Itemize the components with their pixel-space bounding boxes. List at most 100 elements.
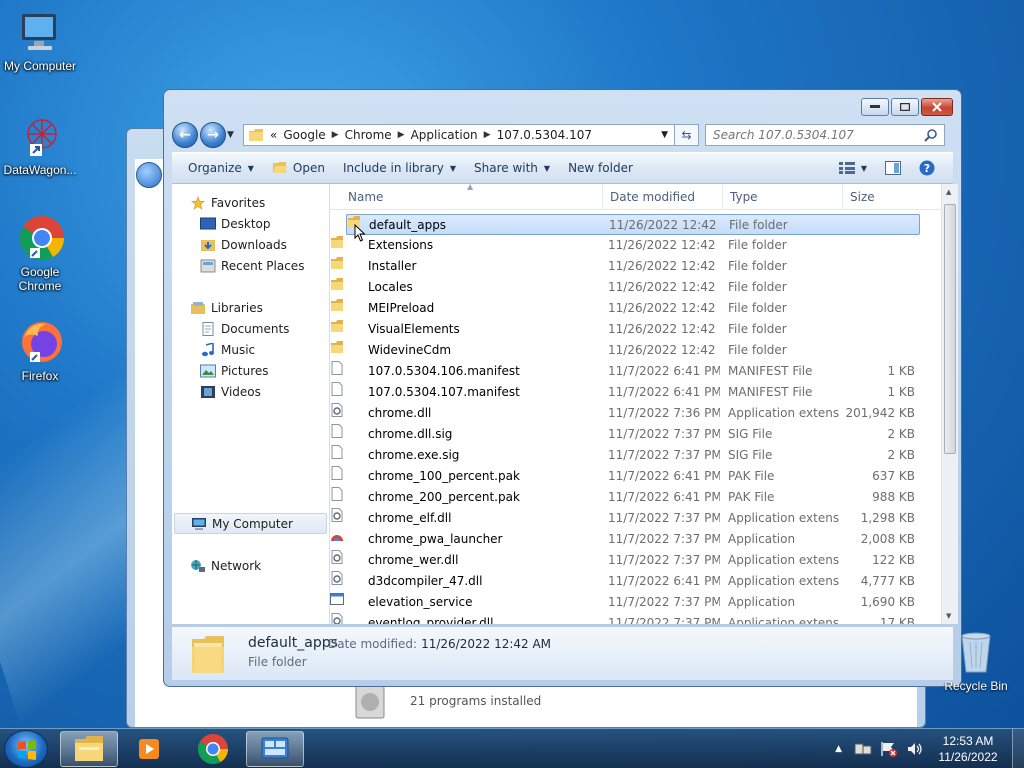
column-size[interactable]: Size: [850, 190, 875, 204]
network-tray-icon[interactable]: [854, 741, 872, 757]
table-row[interactable]: chrome_200_percent.pak 11/7/2022 6:41 PM P…: [330, 487, 941, 508]
desktop-icon-my-computer[interactable]: My Computer: [0, 8, 80, 73]
recent-places-icon: [200, 259, 216, 272]
nav-label: Documents: [221, 321, 290, 336]
table-row[interactable]: chrome_elf.dll 11/7/2022 7:37 PM Applicati…: [330, 508, 941, 529]
table-row[interactable]: Extensions 11/26/2022 12:42 ... File folde…: [330, 235, 941, 256]
table-row[interactable]: chrome.dll.sig 11/7/2022 7:37 PM SIG File 2…: [330, 424, 941, 445]
taskbar-control-panel-button[interactable]: [246, 731, 304, 767]
search-input[interactable]: [713, 128, 913, 142]
address-segment-chrome[interactable]: Chrome: [345, 128, 392, 142]
table-row[interactable]: 107.0.5304.106.manifest 11/7/2022 6:41 PM…: [330, 361, 941, 382]
chevron-right-icon[interactable]: ▶: [332, 130, 339, 140]
address-dropdown-icon[interactable]: ▼: [661, 130, 668, 140]
column-date-modified[interactable]: Date modified: [610, 190, 695, 204]
address-bar[interactable]: « Google ▶ Chrome ▶ Application ▶ 107.0.…: [243, 124, 675, 146]
minimize-button[interactable]: [861, 98, 889, 116]
open-button[interactable]: Open: [264, 161, 335, 175]
nav-documents[interactable]: Documents: [200, 318, 329, 339]
nav-recent-places[interactable]: Recent Places: [200, 255, 329, 276]
file-date: 11/7/2022 6:41 PM: [608, 490, 720, 504]
desktop-icon: [200, 217, 216, 229]
change-view-button[interactable]: ▼: [831, 162, 877, 174]
table-row[interactable]: chrome.dll 11/7/2022 7:36 PM Application e…: [330, 403, 941, 424]
table-row[interactable]: elevation_service 11/7/2022 7:37 PM Applic…: [330, 592, 941, 613]
nav-desktop[interactable]: Desktop: [200, 213, 329, 234]
start-button[interactable]: [4, 730, 48, 768]
action-center-icon[interactable]: [880, 741, 898, 757]
show-hidden-icons-icon[interactable]: ▲: [835, 744, 842, 754]
new-folder-button[interactable]: New folder: [560, 161, 643, 175]
file-name: chrome_100_percent.pak: [368, 469, 520, 483]
help-button[interactable]: ?: [911, 160, 945, 176]
show-desktop-button[interactable]: [1012, 729, 1024, 768]
desktop-icon-google-chrome[interactable]: Google Chrome: [0, 214, 80, 293]
include-in-library-button[interactable]: Include in library ▼: [335, 161, 466, 175]
organize-button[interactable]: Organize ▼: [180, 161, 264, 175]
table-row[interactable]: VisualElements 11/26/2022 12:42 ... File f…: [330, 319, 941, 340]
table-row[interactable]: default_apps 11/26/2022 12:42 ... File fol…: [346, 214, 920, 235]
nav-pictures[interactable]: Pictures: [200, 360, 329, 381]
address-segment-google[interactable]: Google: [283, 128, 325, 142]
chevron-right-icon[interactable]: ▶: [398, 130, 405, 140]
taskbar-explorer-button[interactable]: [60, 731, 118, 767]
table-row[interactable]: chrome.exe.sig 11/7/2022 7:37 PM SIG File 2…: [330, 445, 941, 466]
nav-downloads[interactable]: Downloads: [200, 234, 329, 255]
volume-icon[interactable]: [906, 741, 924, 757]
maximize-button[interactable]: [891, 98, 919, 116]
table-row[interactable]: 107.0.5304.107.manifest 11/7/2022 6:41 PM…: [330, 382, 941, 403]
taskbar-chrome-button[interactable]: [184, 731, 242, 767]
nav-favorites[interactable]: Favorites: [190, 192, 329, 213]
table-row[interactable]: chrome_pwa_launcher 11/7/2022 7:37 PM Appl…: [330, 529, 941, 550]
table-row[interactable]: WidevineCdm 11/26/2022 12:42 ... File fold…: [330, 340, 941, 361]
dll-icon: [331, 550, 343, 564]
share-with-button[interactable]: Share with ▼: [466, 161, 560, 175]
desktop-icon-recycle-bin[interactable]: Recycle Bin: [940, 628, 1012, 693]
address-segment-version[interactable]: 107.0.5304.107: [497, 128, 592, 142]
search-icon[interactable]: [924, 128, 938, 142]
address-overflow[interactable]: «: [270, 128, 277, 142]
table-row[interactable]: eventlog_provider.dll 11/7/2022 7:37 PM Ap…: [330, 613, 941, 624]
scrollbar-thumb[interactable]: [944, 204, 956, 454]
table-row[interactable]: MEIPreload 11/26/2022 12:42 ... File folde…: [330, 298, 941, 319]
address-segment-application[interactable]: Application: [411, 128, 478, 142]
folder-icon: [192, 636, 224, 673]
refresh-button[interactable]: ⇆: [675, 124, 699, 146]
file-date: 11/7/2022 6:41 PM: [608, 469, 720, 483]
table-row[interactable]: chrome_100_percent.pak 11/7/2022 6:41 PM P…: [330, 466, 941, 487]
scroll-down-icon[interactable]: ▼: [946, 612, 951, 620]
taskbar-media-player-button[interactable]: [120, 731, 178, 767]
file-date: 11/7/2022 7:37 PM: [608, 616, 720, 624]
forward-button[interactable]: →: [200, 122, 226, 148]
column-name[interactable]: Name: [348, 190, 383, 204]
desktop-icon-datawagon[interactable]: DataWagon...: [0, 112, 80, 177]
search-box[interactable]: [705, 124, 945, 146]
preview-pane-button[interactable]: [877, 161, 911, 175]
vertical-scrollbar[interactable]: ▲ ▼: [941, 184, 958, 624]
nav-network[interactable]: Network: [190, 555, 329, 576]
nav-videos[interactable]: Videos: [200, 381, 329, 402]
column-divider[interactable]: [842, 184, 843, 210]
help-icon: ?: [919, 160, 935, 176]
close-button[interactable]: [921, 98, 953, 116]
column-type[interactable]: Type: [730, 190, 758, 204]
scroll-up-icon[interactable]: ▲: [946, 188, 951, 196]
table-row[interactable]: Installer 11/26/2022 12:42 ... File folder: [330, 256, 941, 277]
folder-icon: [331, 278, 343, 290]
background-back-button[interactable]: [136, 162, 162, 188]
nav-my-computer[interactable]: My Computer: [174, 513, 327, 534]
recent-pages-dropdown[interactable]: ▼: [227, 130, 239, 140]
nav-libraries[interactable]: Libraries: [190, 297, 329, 318]
column-divider[interactable]: [602, 184, 603, 210]
file-name: chrome_200_percent.pak: [368, 490, 520, 504]
nav-music[interactable]: Music: [200, 339, 329, 360]
desktop-icon-firefox[interactable]: Firefox: [0, 318, 80, 383]
table-row[interactable]: chrome_wer.dll 11/7/2022 7:37 PM Applicati…: [330, 550, 941, 571]
back-button[interactable]: ←: [172, 122, 198, 148]
programs-installed-text: 21 programs installed: [410, 694, 542, 708]
table-row[interactable]: Locales 11/26/2022 12:42 ... File folder: [330, 277, 941, 298]
table-row[interactable]: d3dcompiler_47.dll 11/7/2022 6:41 PM Appli…: [330, 571, 941, 592]
chevron-right-icon[interactable]: ▶: [484, 130, 491, 140]
column-divider[interactable]: [722, 184, 723, 210]
clock[interactable]: 12:53 AM 11/26/2022: [930, 733, 1006, 765]
